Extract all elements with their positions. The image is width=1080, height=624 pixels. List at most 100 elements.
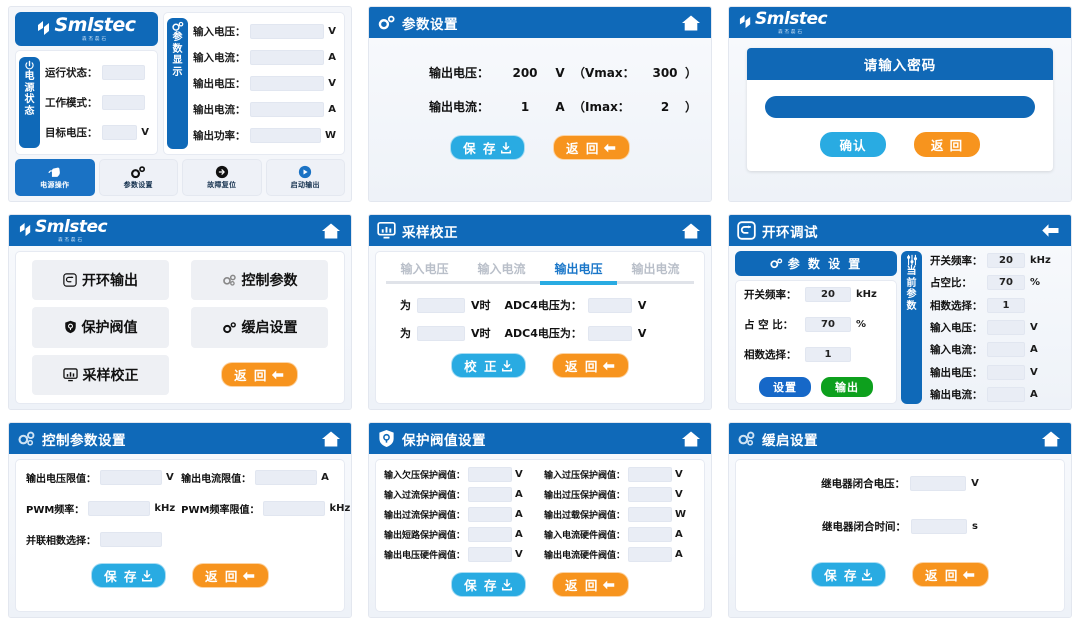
row-input-overcurrent-field[interactable] (468, 487, 513, 502)
row-output-overvoltage-unit: V (675, 489, 683, 500)
tab-power-status[interactable]: 电 源 状 态 (19, 57, 40, 148)
row-output-overcurrent-field[interactable] (468, 507, 513, 522)
menu-item-control-params[interactable]: 控制参数 (191, 260, 328, 301)
row-pwm-frequency-limit-field[interactable] (263, 501, 326, 516)
row-output-power-field[interactable] (249, 127, 321, 143)
menu-item-soft-start[interactable]: 缓启设置 (191, 307, 328, 348)
back-button[interactable]: 返 回 (914, 132, 980, 157)
row-output-voltage-hardware-field[interactable] (468, 547, 513, 562)
setting-row-duty-cycle: 占 空 比： 70 % (744, 317, 888, 332)
home-button[interactable] (1037, 427, 1065, 451)
row-input-current-hardware-unit: A (675, 529, 683, 540)
calibration-row-1-unit: V (637, 298, 647, 312)
row-output-overvoltage-field[interactable] (628, 487, 673, 502)
row-run-status-field[interactable] (101, 65, 145, 81)
row-output-current-limit-field[interactable] (255, 470, 318, 485)
password-dialog-title: 请输入密码 (747, 48, 1053, 80)
tab-output-voltage[interactable]: 输出电压 (540, 260, 617, 277)
row-input-undervoltage-field[interactable] (468, 467, 513, 482)
row-parallel-phase-select-field[interactable] (100, 532, 162, 547)
save-button-label: 保 存 (463, 141, 497, 156)
output-button[interactable]: 输出 (821, 377, 873, 397)
row-output-overload: 输出过载保护阀值： W (544, 507, 696, 522)
calibration-card: 输入电压 输入电流 输出电压 输出电流 为 V时 ADC4电压为： V 为 V时… (375, 251, 705, 404)
header-open-loop-debug: 开环调试 (729, 215, 1071, 246)
back-button[interactable]: 返 回 (552, 572, 629, 597)
row-relay-close-time-field[interactable] (911, 519, 968, 534)
row-target-voltage-field[interactable] (101, 124, 138, 140)
save-button[interactable]: 保 存 (450, 135, 525, 160)
menu-item-sampling-calibration[interactable]: 采样校正 (32, 354, 169, 395)
tab-current-params[interactable]: 当 前 参 数 (901, 251, 922, 404)
back-button[interactable]: 返 回 (221, 362, 298, 388)
control-params-grid: 输出电压限值： V 输出电流限值： A PWM频率： kHz PWM频率限值： … (26, 470, 350, 547)
setting-row-phase-select-value[interactable]: 1 (805, 347, 851, 362)
calibrate-button[interactable]: 校 正 (451, 353, 526, 378)
back-button[interactable]: 返 回 (912, 562, 989, 587)
row-input-current-hardware-field[interactable] (628, 527, 673, 542)
home-button[interactable] (677, 427, 705, 451)
row-output-voltage-limit: 输出电压限值： V (26, 470, 175, 485)
row-parallel-phase-select-label: 并联相数选择： (26, 536, 96, 547)
logo-name: Smlstec (35, 218, 108, 236)
tab-output-current[interactable]: 输出电流 (617, 260, 694, 277)
row-work-mode: 工作模式： (45, 94, 149, 110)
menu-item-protect-threshold[interactable]: 保护阀值 (32, 307, 169, 348)
setting-row-duty-cycle-value[interactable]: 70 (805, 317, 851, 332)
setting-row-switch-frequency-value[interactable]: 20 (805, 287, 851, 302)
confirm-button[interactable]: 确认 (820, 132, 886, 157)
row-input-voltage: 输入电压： V (193, 24, 336, 40)
tab-input-voltage[interactable]: 输入电压 (386, 260, 463, 277)
save-button[interactable]: 保 存 (91, 563, 166, 588)
panel-open-loop-debug: 开环调试 参 数 设 置 开关频率： 20 kHz 占 空 比： 70 % 相数… (720, 208, 1080, 416)
current-row-input-current: 输入电流： A (930, 342, 1063, 358)
row-work-mode-field[interactable] (101, 94, 145, 110)
current-row-output-current-label: 输出电流： (930, 388, 983, 401)
save-button[interactable]: 保 存 (811, 562, 886, 587)
home-left-column: Smlstec 森杰磊石 电 源 状 态 运行状态： 工作模式： 目标电压： V (15, 12, 158, 155)
row-output-current-hardware-field[interactable] (628, 547, 673, 562)
row-input-voltage-field[interactable] (249, 24, 325, 40)
page-title: 参数设置 (402, 16, 458, 33)
header-right (677, 427, 705, 451)
password-input[interactable] (765, 96, 1035, 118)
setting-row-switch-frequency-label: 开关频率： (744, 289, 797, 301)
calibration-row-1-input[interactable] (417, 297, 465, 313)
row-output-short-circuit-field[interactable] (468, 527, 513, 542)
tab-power-operation[interactable]: 电源操作 (15, 159, 95, 196)
tab-input-current[interactable]: 输入电流 (463, 260, 540, 277)
row-relay-close-voltage-field[interactable] (910, 476, 967, 491)
save-button[interactable]: 保 存 (451, 572, 526, 597)
back-button[interactable]: 返 回 (192, 563, 269, 588)
row-output-voltage-field[interactable] (249, 75, 325, 91)
row-pwm-frequency-field[interactable] (88, 501, 151, 516)
row-output-current-field[interactable] (249, 101, 325, 117)
row-output-voltage-limit-field[interactable] (100, 470, 162, 485)
row-input-overvoltage-field[interactable] (628, 467, 673, 482)
row-output-overload-field[interactable] (628, 507, 673, 522)
tab-param-setting[interactable]: 参数设置 (98, 159, 178, 196)
row-input-current-field[interactable] (249, 50, 325, 66)
home-icon (682, 431, 700, 446)
save-button-label: 保 存 (104, 569, 138, 584)
setting-row-switch-frequency-unit: kHz (856, 289, 877, 300)
row-output-current-value[interactable]: 1 (503, 100, 547, 114)
menu-item-open-loop-output[interactable]: 开环输出 (32, 260, 169, 301)
tab-param-display[interactable]: 参 数 显 示 (167, 18, 188, 149)
set-button[interactable]: 设置 (759, 377, 811, 397)
calibration-row-1-adc-input[interactable] (587, 297, 632, 313)
back-button[interactable]: 返 回 (553, 135, 630, 160)
row-input-undervoltage-label: 输入欠压保护阀值： (384, 471, 466, 481)
row-output-voltage-value[interactable]: 200 (503, 66, 547, 80)
tab-param-display-label-3: 显 (172, 55, 183, 66)
home-button[interactable] (677, 11, 705, 35)
home-button[interactable] (317, 219, 345, 243)
calibration-row-2-input[interactable] (417, 325, 465, 341)
tab-fault-reset[interactable]: 故障复位 (182, 159, 262, 196)
home-button[interactable] (317, 427, 345, 451)
calibration-row-2-adc-input[interactable] (587, 325, 632, 341)
tab-start-output[interactable]: 启动输出 (265, 159, 345, 196)
home-button[interactable] (677, 219, 705, 243)
back-button[interactable] (1037, 219, 1065, 243)
back-button[interactable]: 返 回 (552, 353, 629, 378)
